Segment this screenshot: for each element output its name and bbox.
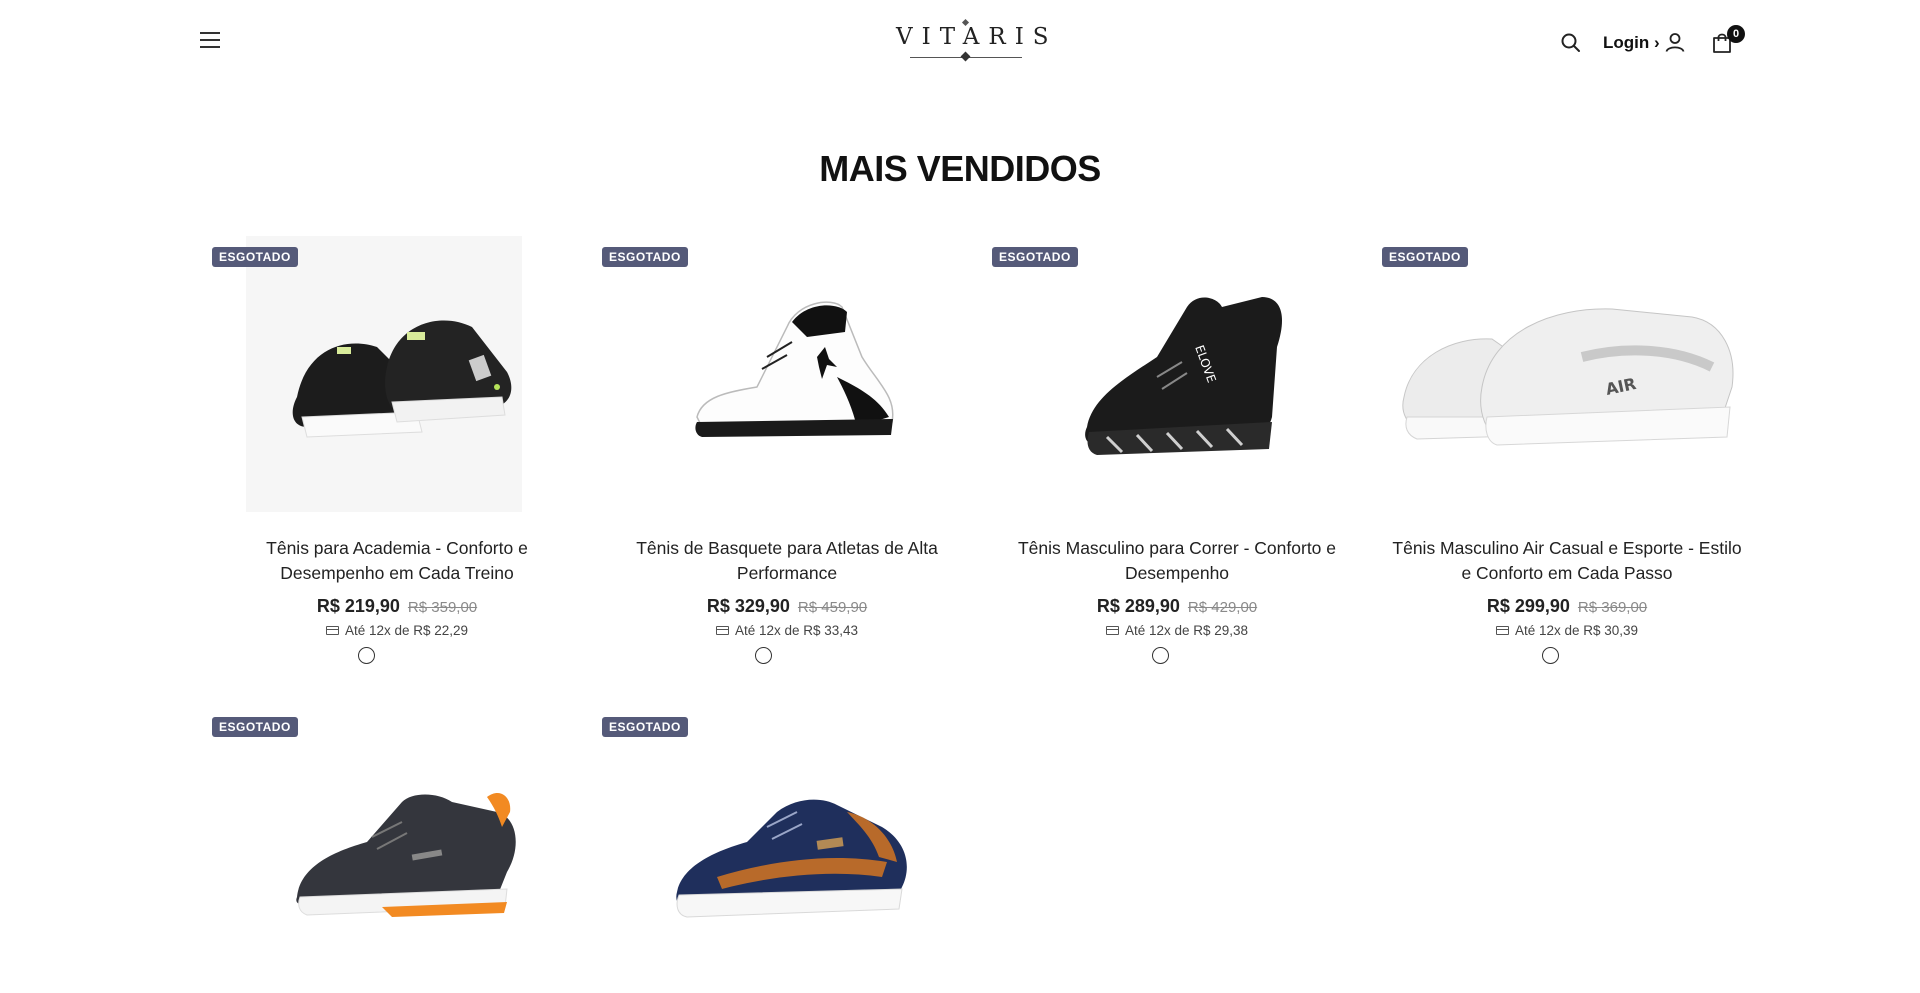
black-running-shoe-image: ELOVE <box>1085 297 1282 455</box>
white-air-sneakers-image: AIR <box>1402 308 1734 446</box>
price-row: R$ 329,90 R$ 459,90 <box>602 594 972 620</box>
installment-info: Até 12x de R$ 29,38 <box>992 621 1362 641</box>
sold-out-badge: ESGOTADO <box>1382 247 1468 267</box>
product-title[interactable]: Tênis Masculino para Correr - Conforto e… <box>992 536 1362 586</box>
product-title[interactable]: Tênis de Basquete para Atletas de Alta P… <box>602 536 972 586</box>
white-basketball-shoe-image <box>695 301 894 437</box>
user-icon[interactable] <box>1664 31 1686 53</box>
price-row: R$ 219,90 R$ 359,00 <box>212 594 582 620</box>
site-header: VITARIS Login › 0 <box>0 0 1920 86</box>
product-card[interactable]: AIR ESGOTADO Tênis Masculino Air Casual … <box>1382 236 1752 669</box>
product-image[interactable]: ESGOTADO <box>602 236 972 518</box>
product-card[interactable]: ESGOTADO <box>602 706 972 988</box>
color-swatch[interactable] <box>1541 647 1559 664</box>
swatch-row <box>212 647 582 669</box>
product-image[interactable]: ESGOTADO <box>602 706 972 988</box>
color-swatch[interactable] <box>357 647 375 664</box>
product-old-price: R$ 459,90 <box>797 599 868 616</box>
product-image[interactable]: ESGOTADO <box>212 706 582 988</box>
color-swatch[interactable] <box>754 647 772 664</box>
installment-info: Até 12x de R$ 33,43 <box>602 621 972 641</box>
section-title: MAIS VENDIDOS <box>819 148 1101 189</box>
product-price: R$ 299,90 <box>1486 596 1570 616</box>
installment-info: Até 12x de R$ 22,29 <box>212 621 582 641</box>
login-link[interactable]: Login › <box>1603 33 1660 53</box>
credit-card-icon <box>715 626 729 635</box>
swatch-row <box>602 647 972 669</box>
product-image[interactable]: ESGOTADO <box>212 236 582 518</box>
product-old-price: R$ 429,00 <box>1187 599 1258 616</box>
product-card[interactable]: ESGOTADO <box>212 706 582 988</box>
product-image[interactable]: ELOVE ESGOTADO <box>992 236 1362 518</box>
price-row: R$ 299,90 R$ 369,00 <box>1382 594 1752 620</box>
installment-info: Até 12x de R$ 30,39 <box>1382 621 1752 641</box>
installment-text: Até 12x de R$ 30,39 <box>1514 623 1639 638</box>
installment-text: Até 12x de R$ 29,38 <box>1124 623 1249 638</box>
installment-text: Até 12x de R$ 22,29 <box>344 623 469 638</box>
gray-running-shoe-image <box>296 792 516 917</box>
sold-out-badge: ESGOTADO <box>212 717 298 737</box>
logo[interactable]: VITARIS <box>890 16 1049 64</box>
swatch-row <box>992 647 1362 669</box>
product-title[interactable]: Tênis Masculino Air Casual e Esporte - E… <box>1382 536 1752 586</box>
menu-icon[interactable] <box>200 32 222 50</box>
product-price: R$ 289,90 <box>1096 596 1180 616</box>
sold-out-badge: ESGOTADO <box>602 247 688 267</box>
product-card[interactable]: ESGOTADO Tênis para Academia - Conforto … <box>212 236 582 669</box>
product-old-price: R$ 359,00 <box>407 599 478 616</box>
price-row: R$ 289,90 R$ 429,00 <box>992 594 1362 620</box>
navy-casual-shoe-image <box>676 799 907 918</box>
search-icon[interactable] <box>1560 32 1582 54</box>
credit-card-icon <box>325 626 339 635</box>
installment-text: Até 12x de R$ 33,43 <box>734 623 859 638</box>
cart-count-badge: 0 <box>1727 25 1745 43</box>
sold-out-badge: ESGOTADO <box>212 247 298 267</box>
swatch-row <box>1382 647 1752 669</box>
sold-out-badge: ESGOTADO <box>602 717 688 737</box>
credit-card-icon <box>1105 626 1119 635</box>
product-card[interactable]: ELOVE ESGOTADO Tênis Masculino para Corr… <box>992 236 1362 669</box>
product-price: R$ 219,90 <box>316 596 400 616</box>
product-old-price: R$ 369,00 <box>1577 599 1648 616</box>
product-title[interactable]: Tênis para Academia - Conforto e Desempe… <box>212 536 582 586</box>
sold-out-badge: ESGOTADO <box>992 247 1078 267</box>
color-swatch[interactable] <box>1151 647 1169 664</box>
product-price: R$ 329,90 <box>706 596 790 616</box>
black-training-shoes-image <box>292 320 512 438</box>
product-card[interactable]: ESGOTADO Tênis de Basquete para Atletas … <box>602 236 972 669</box>
product-image[interactable]: AIR ESGOTADO <box>1382 236 1752 518</box>
credit-card-icon <box>1495 626 1509 635</box>
